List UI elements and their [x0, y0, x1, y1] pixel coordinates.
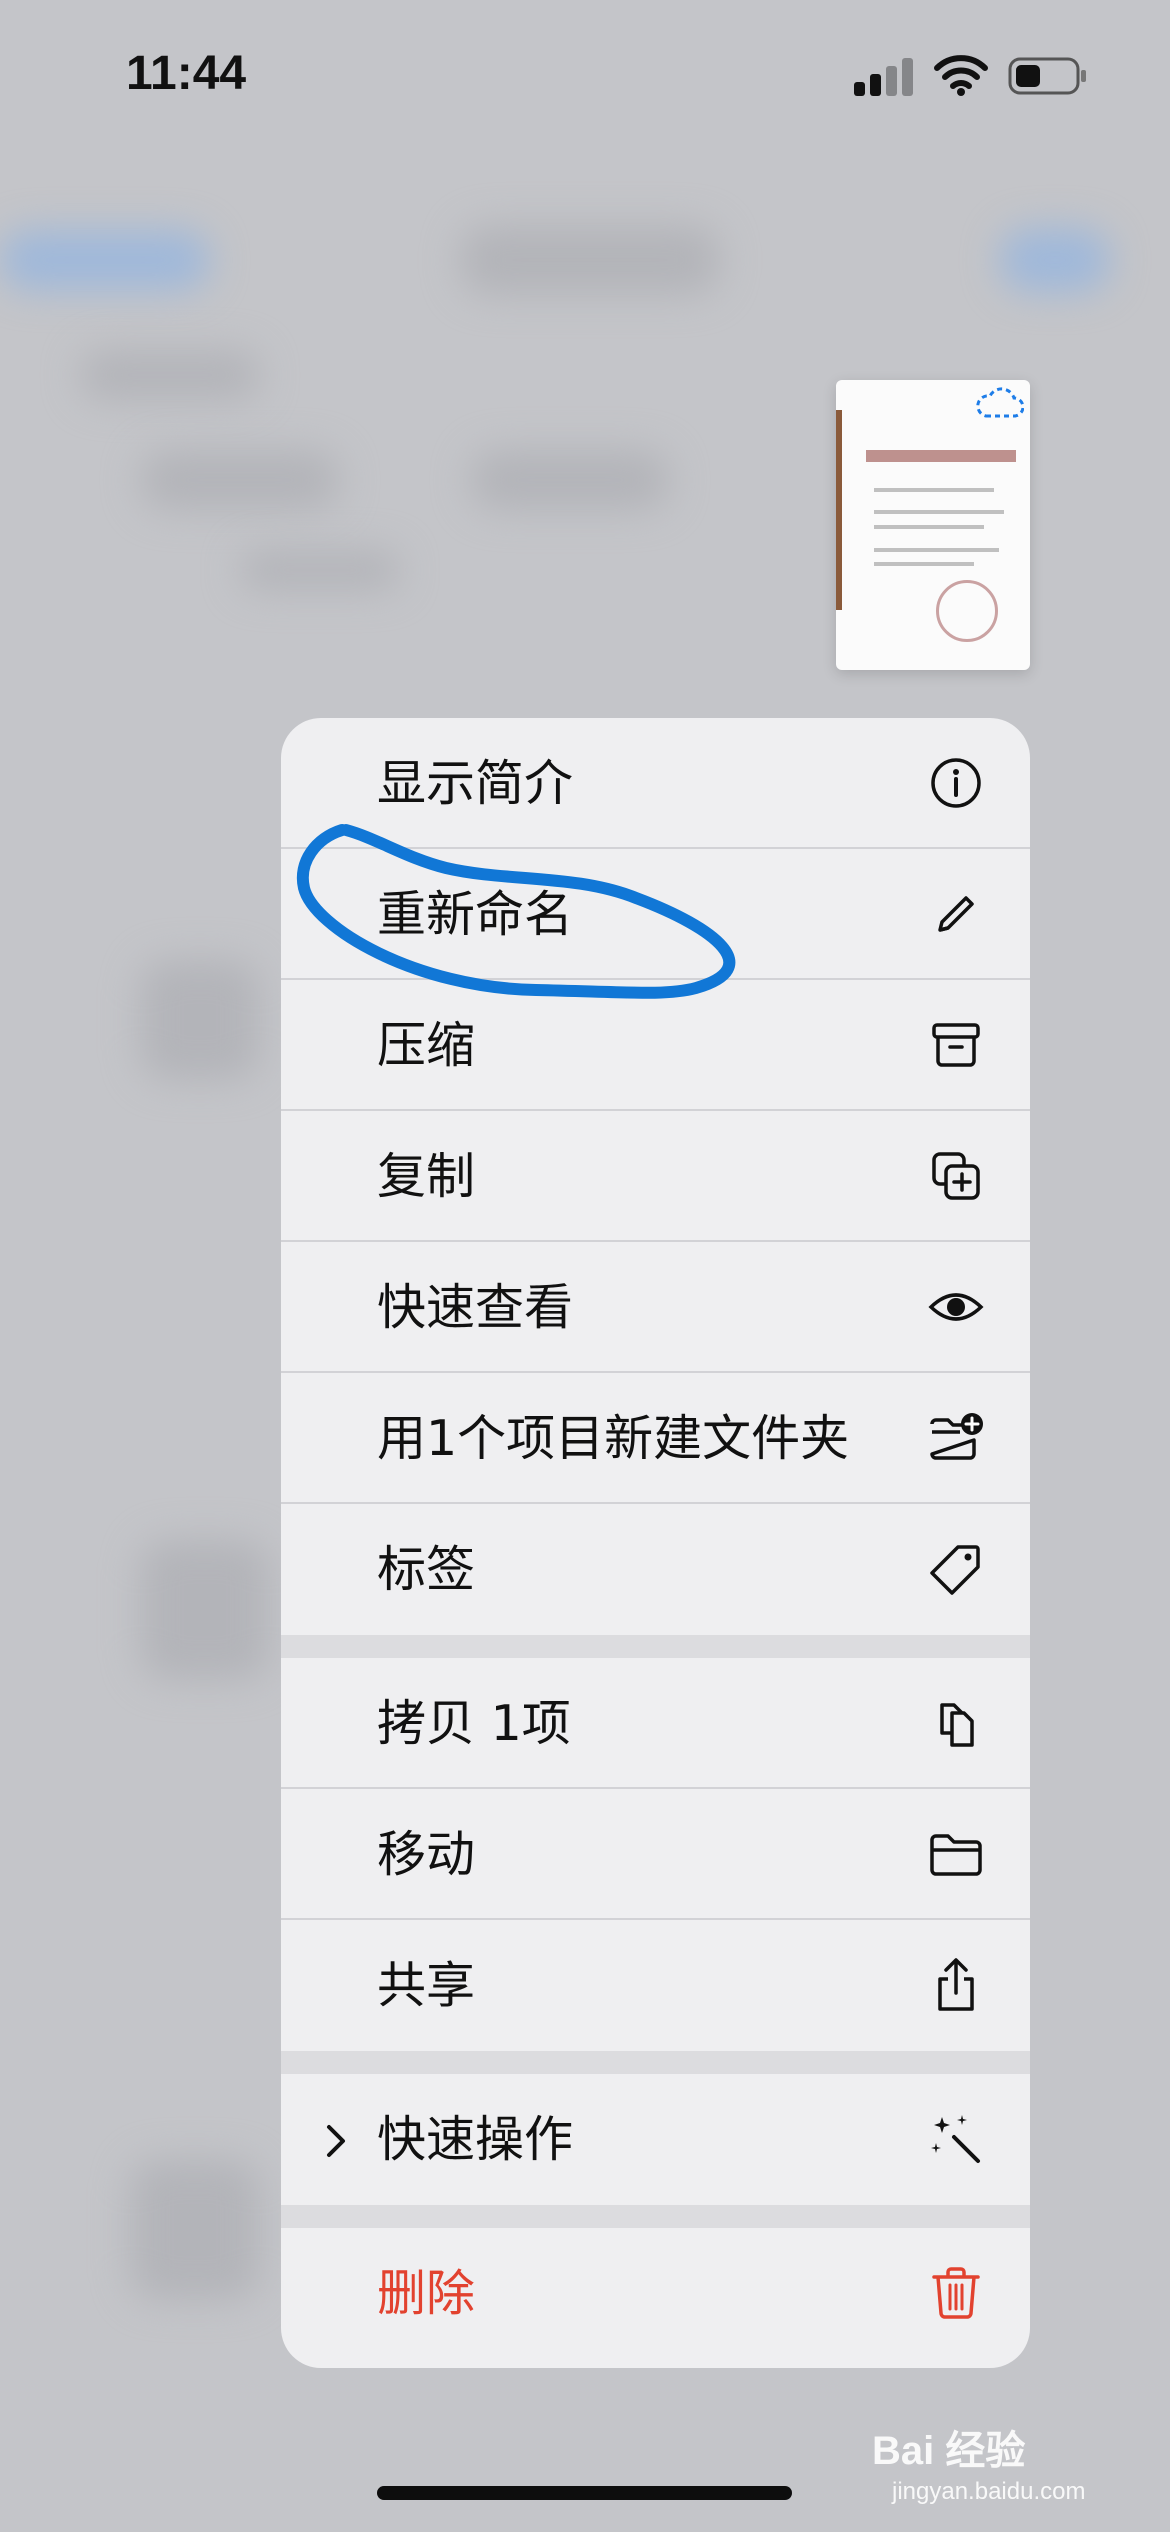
- copy-docs-icon: [928, 1695, 984, 1751]
- menu-item-label: 标签: [377, 1541, 476, 1598]
- watermark-domain: jingyan.baidu.com: [892, 2478, 1086, 2505]
- menu-item-label: 重新命名: [377, 886, 574, 943]
- menu-item-label: 快速查看: [377, 1279, 574, 1336]
- menu-item-label: 用1个项目新建文件夹: [377, 1410, 850, 1467]
- chevron-right-icon: [321, 2074, 351, 2205]
- menu-section-separator: [281, 1635, 1030, 1658]
- menu-item-get-info[interactable]: 显示简介: [281, 718, 1030, 849]
- eye-icon: [928, 1279, 984, 1335]
- folder-add-icon: [928, 1410, 984, 1466]
- cellular-signal-icon: [854, 56, 916, 96]
- menu-item-new-folder-with-item[interactable]: 用1个项目新建文件夹: [281, 1373, 1030, 1504]
- folder-icon: [928, 1826, 984, 1882]
- info-icon: [928, 755, 984, 811]
- menu-item-quick-look[interactable]: 快速查看: [281, 1242, 1030, 1373]
- menu-item-rename[interactable]: 重新命名: [281, 849, 1030, 980]
- baidu-watermark: Bai 经验 jingyan.baidu.com: [872, 2418, 1085, 2506]
- document-text-line: [874, 548, 999, 552]
- battery-icon: [1008, 56, 1088, 96]
- file-thumbnail[interactable]: [836, 380, 1030, 670]
- menu-item-label: 快速操作: [377, 2111, 574, 2168]
- tag-icon: [928, 1541, 984, 1597]
- wifi-icon: [934, 54, 988, 100]
- icloud-download-icon: [974, 386, 1025, 424]
- pencil-icon: [928, 886, 984, 942]
- menu-item-quick-actions[interactable]: 快速操作: [281, 2074, 1030, 2205]
- menu-item-copy[interactable]: 拷贝 1项: [281, 1658, 1030, 1789]
- share-icon: [928, 1957, 984, 2013]
- menu-item-compress[interactable]: 压缩: [281, 980, 1030, 1111]
- menu-item-label: 共享: [377, 1957, 476, 2014]
- duplicate-icon: [928, 1148, 984, 1204]
- home-indicator[interactable]: [377, 2486, 792, 2500]
- menu-item-delete[interactable]: 删除: [281, 2228, 1030, 2359]
- menu-item-duplicate[interactable]: 复制: [281, 1111, 1030, 1242]
- menu-item-label: 显示简介: [377, 755, 574, 812]
- document-text-line: [874, 488, 994, 492]
- watermark-brand: Bai 经验: [872, 2429, 1026, 2473]
- document-text-line: [874, 562, 974, 566]
- menu-item-move[interactable]: 移动: [281, 1789, 1030, 1920]
- context-menu: 显示简介 重新命名 压缩 复制 快速查看 用1个项目新建文件夹 标签 拷贝 1项…: [281, 718, 1030, 2368]
- menu-item-tags[interactable]: 标签: [281, 1504, 1030, 1635]
- document-text-line: [874, 525, 984, 529]
- menu-item-label: 复制: [377, 1148, 476, 1205]
- document-seal: [936, 580, 998, 642]
- menu-item-label: 压缩: [377, 1017, 476, 1074]
- menu-item-label: 删除: [377, 2265, 476, 2322]
- document-edge: [836, 410, 842, 610]
- menu-section-separator: [281, 2205, 1030, 2228]
- menu-item-label: 拷贝 1项: [377, 1695, 571, 1752]
- menu-item-label: 移动: [377, 1826, 476, 1883]
- trash-icon: [928, 2265, 984, 2321]
- document-text-line: [874, 510, 1004, 514]
- archive-box-icon: [928, 1017, 984, 1073]
- menu-item-share[interactable]: 共享: [281, 1920, 1030, 2051]
- menu-section-separator: [281, 2051, 1030, 2074]
- status-time: 11:44: [126, 47, 247, 100]
- sparkle-wand-icon: [928, 2111, 984, 2167]
- document-title-line: [866, 450, 1016, 462]
